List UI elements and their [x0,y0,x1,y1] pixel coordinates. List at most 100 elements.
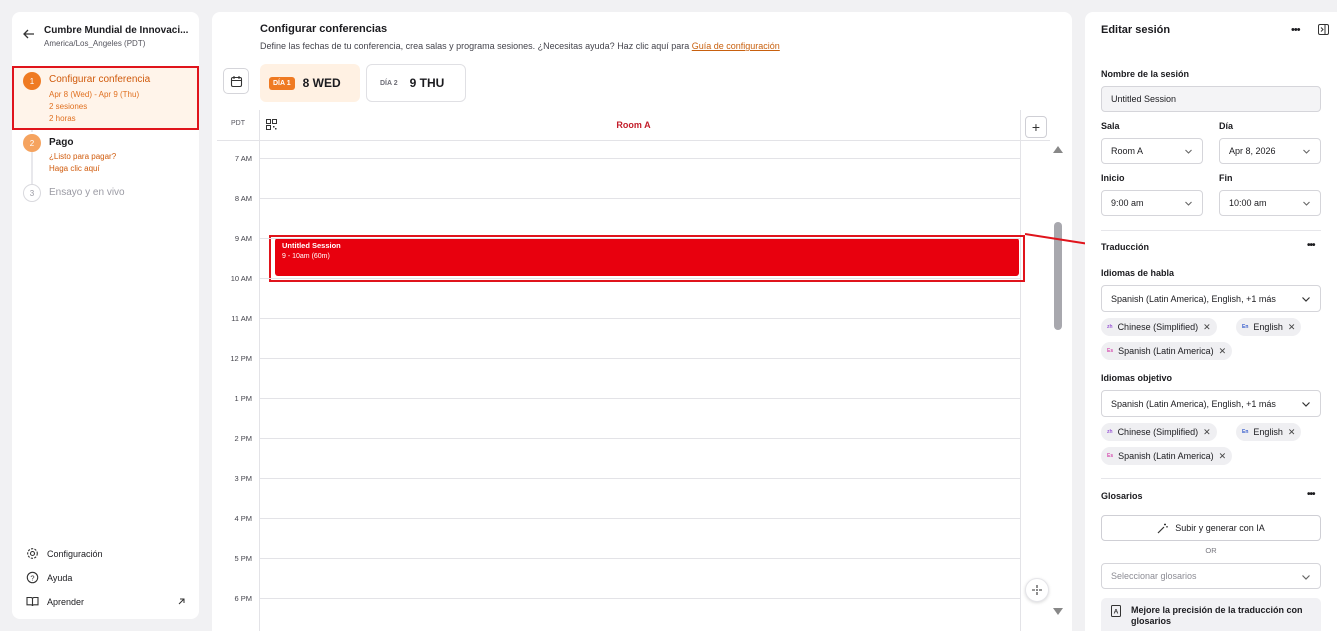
ai-button-label: Subir y generar con IA [1175,523,1265,533]
page-title: Configurar conferencias [260,23,388,35]
chevron-down-icon [1185,149,1192,154]
step-prompt: ¿Listo para pagar? [49,152,117,161]
day-tab-2[interactable]: DÍA 2 9 THU [366,64,466,102]
hour-line [260,398,1020,399]
page-subtitle: Define las fechas de tu conferencia, cre… [260,41,780,51]
hour-label: 9 AM [234,234,252,243]
hour-label: 3 PM [234,474,252,483]
spoken-language-chip: Es Spanish (Latin America) ✕ [1101,342,1233,360]
start-time-select[interactable]: 9:00 am [1101,190,1203,216]
hour-line [260,198,1020,199]
step-details: Apr 8 (Wed) - Apr 9 (Thu) 2 sesiones 2 h… [49,89,139,125]
remove-chip-icon[interactable]: ✕ [1288,427,1296,438]
target-languages-value: Spanish (Latin America), English, +1 más [1111,398,1276,409]
schedule-header: PDT Room A [217,110,1050,141]
language-icon: zh [1107,324,1113,330]
settings-link[interactable]: Configuración [26,547,186,560]
back-arrow-icon[interactable] [22,27,36,41]
remove-chip-icon[interactable]: ✕ [1203,322,1211,333]
session-block[interactable]: Untitled Session 9 - 10am (60m) [275,238,1019,276]
step-configure-conference[interactable]: 1 Configurar conferencia Apr 8 (Wed) - A… [12,66,199,130]
conference-setup-panel: Configurar conferencias Define las fecha… [212,12,1072,631]
chip-label: English [1253,427,1283,437]
room-header[interactable]: Room A [217,120,1050,130]
translation-section-title: Traducción [1101,242,1150,252]
remove-chip-icon[interactable]: ✕ [1203,427,1211,438]
room-select-value: Room A [1111,146,1144,156]
glossary-more-icon[interactable]: ••• [1307,489,1315,500]
book-icon [26,596,39,607]
hour-line [260,278,1020,279]
room-select[interactable]: Room A [1101,138,1203,164]
more-options-icon[interactable]: ••• [1291,24,1301,36]
chip-label: English [1253,322,1283,332]
hour-label: 2 PM [234,434,252,443]
learn-link[interactable]: Aprender [26,595,186,608]
day-pill: DÍA 1 [269,76,295,90]
hour-line [260,598,1020,599]
step-hours: 2 horas [49,114,76,123]
hour-label: 4 PM [234,514,252,523]
sparkle-crosshair-icon [1032,585,1042,595]
conference-title: Cumbre Mundial de Innovaci... [44,25,189,36]
remove-chip-icon[interactable]: ✕ [1219,451,1227,462]
step-number: 1 [23,72,41,90]
target-language-chip: Es Spanish (Latin America) ✕ [1101,447,1233,465]
focus-button[interactable] [1025,578,1049,602]
translation-more-icon[interactable]: ••• [1307,240,1315,251]
hour-label: 8 AM [234,194,252,203]
day-tab-1[interactable]: DÍA 1 8 WED [260,64,360,102]
scroll-up-arrow[interactable] [1053,146,1063,153]
chevron-down-icon [1302,402,1310,407]
hour-line [260,238,1020,239]
calendar-icon [230,75,242,87]
spoken-language-chip: En English ✕ [1236,318,1302,336]
upload-generate-ai-button[interactable]: Subir y generar con IA [1101,515,1321,541]
session-time: 9 - 10am (60m) [282,253,330,260]
hour-line [260,478,1020,479]
hour-label: 7 AM [234,154,252,163]
hour-label: 11 AM [231,314,252,323]
session-name-input[interactable]: Untitled Session [1101,86,1321,112]
magic-wand-icon [1157,523,1169,533]
help-link[interactable]: ? Ayuda [26,571,186,584]
chip-label: Chinese (Simplified) [1117,427,1199,437]
remove-chip-icon[interactable]: ✕ [1219,346,1227,357]
language-icon: Es [1107,348,1114,354]
day-select[interactable]: Apr 8, 2026 [1219,138,1321,164]
chip-label: Spanish (Latin America) [1118,451,1214,461]
target-languages-label: Idiomas objetivo [1101,373,1173,383]
or-divider: OR [1205,546,1217,555]
spoken-languages-select[interactable]: Spanish (Latin America), English, +1 más [1101,285,1321,312]
chevron-down-icon [1303,149,1310,154]
step-title: Pago [49,137,74,148]
target-languages-select[interactable]: Spanish (Latin America), English, +1 más [1101,390,1321,417]
calendar-button[interactable] [223,68,249,94]
target-language-chip: En English ✕ [1236,423,1302,441]
end-time-select[interactable]: 10:00 am [1219,190,1321,216]
sidebar: Cumbre Mundial de Innovaci... America/Lo… [12,12,199,619]
step-link[interactable]: Haga clic aquí [49,163,116,175]
hour-line [260,558,1020,559]
translate-icon: A [1111,605,1121,617]
add-room-button[interactable]: + [1025,116,1047,138]
collapse-panel-icon[interactable] [1318,24,1329,35]
end-time-value: 10:00 am [1229,198,1267,208]
remove-chip-icon[interactable]: ✕ [1288,322,1296,333]
step-title: Configurar conferencia [49,74,151,85]
scroll-down-arrow[interactable] [1053,608,1063,615]
step-rehearsal-live[interactable]: 3 Ensayo y en vivo [12,184,199,204]
day-label: 9 THU [409,76,445,90]
hour-label: 6 PM [234,594,252,603]
language-icon: En [1242,429,1249,435]
step-payment[interactable]: 2 Pago ¿Listo para pagar? Haga clic aquí [12,132,199,178]
glossary-select[interactable]: Seleccionar glosarios [1101,563,1321,589]
setup-guide-link[interactable]: Guía de configuración [692,41,780,51]
chip-label: Chinese (Simplified) [1117,322,1199,332]
hour-line [260,358,1020,359]
editor-title: Editar sesión [1101,24,1171,36]
step-title: Ensayo y en vivo [49,187,125,198]
step-number: 2 [23,134,41,152]
gear-icon [27,548,38,559]
hour-line [260,318,1020,319]
